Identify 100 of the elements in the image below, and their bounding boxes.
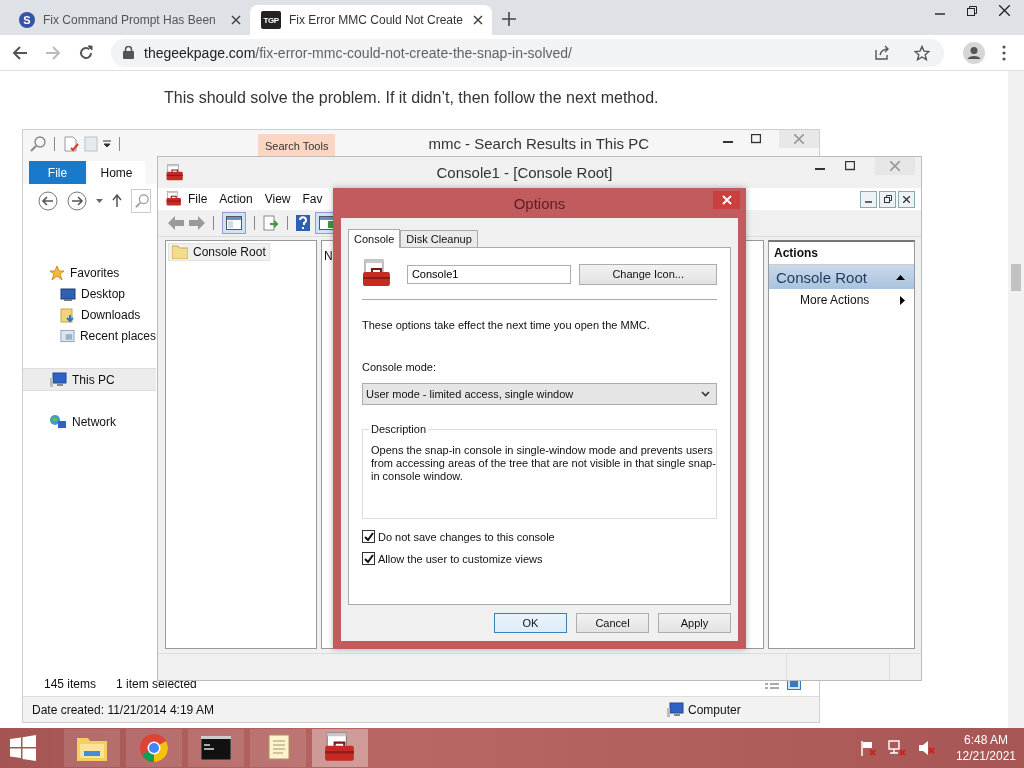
maximize-icon[interactable]	[751, 134, 761, 144]
menu-item[interactable]: View	[258, 192, 297, 206]
window-title: Console1 - [Console Root]	[435, 164, 614, 181]
menu-item[interactable]: Fav	[296, 192, 329, 206]
show-tree-button[interactable]	[222, 212, 246, 234]
toolbox-icon	[324, 732, 356, 764]
search-icon[interactable]	[30, 135, 46, 152]
browser-tab[interactable]: TGP Fix Error MMC Could Not Create	[250, 5, 492, 35]
restore-icon	[883, 195, 892, 203]
taskbar-app[interactable]	[188, 729, 244, 767]
tree-item[interactable]: Console Root	[168, 243, 270, 261]
up-arrow-icon[interactable]	[112, 194, 122, 207]
address-bar[interactable]: thegeekpage.com/fix-error-mmc-could-not-create-the-snap-in-solved/	[111, 38, 944, 67]
toolbox-icon	[362, 259, 392, 289]
network-icon[interactable]	[887, 740, 906, 756]
clock[interactable]: 6:48 AM 12/21/2021	[955, 733, 1016, 763]
checkbox[interactable]	[362, 552, 375, 565]
nav-item[interactable]: Favorites	[23, 262, 156, 283]
menu-item[interactable]: File	[182, 192, 214, 206]
browser-tab[interactable]: S Fix Command Prompt Has Been	[8, 5, 250, 35]
export-list-icon[interactable]	[263, 215, 279, 231]
checkbox[interactable]	[362, 530, 375, 543]
dialog-button[interactable]: Cancel	[576, 613, 649, 633]
checkbox-label: Do not save changes to this console	[378, 530, 555, 543]
taskbar-app[interactable]	[312, 729, 368, 767]
search-icon	[135, 193, 149, 208]
change-icon-button[interactable]: Change Icon...	[579, 263, 717, 285]
site-logo: S	[19, 12, 35, 28]
speaker-muted-icon[interactable]	[917, 740, 936, 756]
nav-item[interactable]: Network	[23, 411, 156, 432]
tab-title: Fix Command Prompt Has Been	[43, 13, 217, 27]
browser-logo-icon	[139, 733, 169, 763]
dialog-button[interactable]: OK	[494, 613, 567, 633]
scrollbar[interactable]	[1008, 71, 1024, 728]
toolbox-icon	[166, 191, 182, 207]
context-tab[interactable]: Search Tools	[258, 134, 336, 157]
close-icon[interactable]	[231, 15, 241, 25]
status-text: 145 items	[44, 677, 97, 691]
close-icon	[903, 195, 910, 203]
chevron-down-icon	[701, 391, 710, 397]
network-icon	[49, 413, 67, 430]
terminal-icon	[201, 736, 231, 760]
collapse-icon	[896, 274, 905, 280]
dialog-tab[interactable]: Disk Cleanup	[400, 230, 478, 247]
restore-button[interactable]	[879, 190, 896, 208]
action-item[interactable]: More Actions	[769, 289, 914, 311]
mode-dropdown[interactable]: User mode - limited access, single window	[362, 383, 717, 405]
recent-places-icon	[60, 327, 75, 344]
name-field[interactable]: Console1	[406, 264, 572, 284]
ribbon-tab[interactable]: File	[29, 161, 86, 184]
dialog-button[interactable]: Apply	[658, 613, 731, 633]
column-header[interactable]: N	[324, 249, 333, 263]
document-icon[interactable]	[63, 135, 79, 152]
menu-item[interactable]: Action	[213, 192, 259, 206]
dropdown-icon[interactable]	[103, 139, 111, 148]
checkbox-label: Allow the user to customize views	[378, 552, 543, 565]
monitor-icon	[60, 285, 76, 302]
dialog-title: Options	[513, 194, 566, 212]
ribbon-tab[interactable]: Home	[88, 161, 145, 184]
url-text: thegeekpage.com/fix-error-mmc-could-not-create-the-snap-in-solved/	[144, 44, 572, 61]
close-button[interactable]	[898, 190, 915, 208]
site-logo: TGP	[261, 11, 281, 29]
folder-download-icon	[60, 306, 76, 323]
article-text: This should solve the problem. If it didn’t, then follow the next method.	[163, 88, 660, 107]
location-text: Computer	[688, 702, 741, 717]
back-icon[interactable]	[12, 44, 28, 61]
tab-title: Fix Error MMC Could Not Create	[289, 13, 465, 27]
minimize-button[interactable]	[860, 190, 877, 208]
close-icon[interactable]	[999, 5, 1010, 16]
avatar-icon[interactable]	[963, 41, 985, 64]
back-icon[interactable]	[38, 190, 58, 211]
group-label: Description	[369, 423, 429, 435]
windows-logo-icon[interactable]	[10, 735, 36, 761]
menu-icon[interactable]	[1002, 44, 1006, 61]
toolbox-icon	[166, 163, 184, 182]
field-label: Console mode:	[362, 361, 437, 373]
close-icon[interactable]	[473, 15, 483, 25]
dialog-tab[interactable]: Console	[348, 229, 401, 248]
flag-icon[interactable]	[859, 740, 876, 756]
nav-item[interactable]: Recent places	[23, 325, 156, 346]
computer-icon	[49, 371, 67, 388]
share-icon[interactable]	[875, 45, 890, 60]
search-field[interactable]	[131, 188, 151, 213]
reload-icon[interactable]	[78, 44, 94, 61]
forward-icon[interactable]	[67, 190, 87, 211]
scroll-icon	[265, 733, 291, 763]
action-group[interactable]: Console Root	[769, 265, 914, 289]
nav-item[interactable]: Downloads	[23, 304, 156, 325]
plus-icon[interactable]	[502, 12, 516, 26]
nav-item[interactable]: Desktop	[23, 283, 156, 304]
description-text: Opens the snap-in console in single-window mode and prevents users from accessing areas of the tree that are not visible in that single snap-in console window.	[371, 444, 716, 483]
restore-icon[interactable]	[967, 5, 977, 16]
window-title: mmc - Search Results in This PC	[428, 135, 649, 152]
caret-icon[interactable]	[96, 198, 103, 203]
nav-item[interactable]: This PC	[23, 368, 156, 391]
help-icon[interactable]	[296, 215, 310, 231]
star-icon[interactable]	[914, 44, 930, 61]
details-text: Date created: 11/21/2014 4:19 AM	[32, 702, 215, 717]
submenu-arrow-icon	[900, 295, 905, 305]
maximize-icon[interactable]	[845, 161, 855, 171]
